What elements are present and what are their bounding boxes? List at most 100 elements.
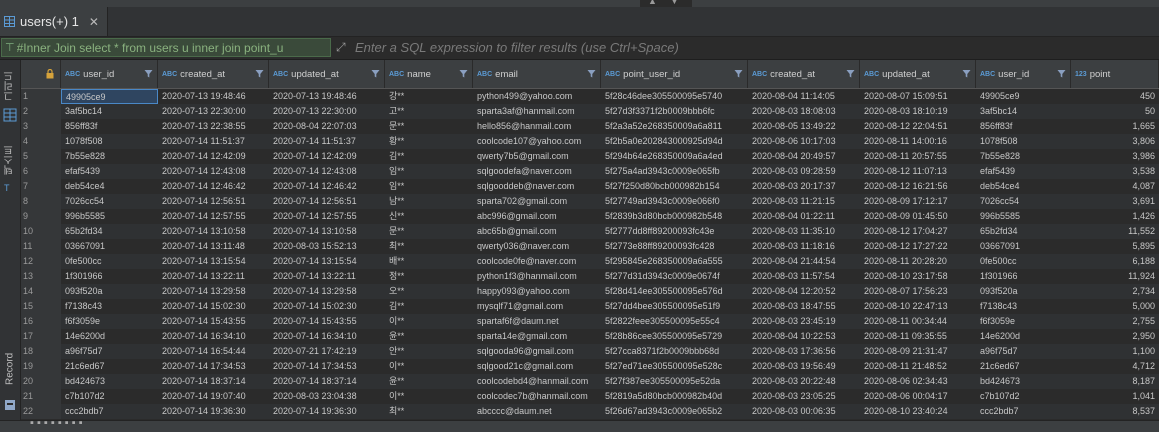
table-cell[interactable]: 5f28c46dee305500095e5740 [601, 89, 748, 104]
table-cell[interactable]: 996b5585 [976, 209, 1071, 224]
column-header-point-user-id[interactable]: ABC point_user_id [601, 60, 748, 88]
text-icon[interactable]: T [3, 180, 17, 194]
table-cell[interactable]: 5,000 [1071, 299, 1159, 314]
table-cell[interactable]: 0fe500cc [61, 254, 158, 269]
table-cell[interactable]: 2020-07-14 12:46:42 [158, 179, 269, 194]
table-cell[interactable]: sqlgood21c@gmail.com [473, 359, 601, 374]
table-cell[interactable]: sqlgooda96@gmail.com [473, 344, 601, 359]
table-cell[interactable]: 2020-08-03 09:28:59 [748, 164, 860, 179]
table-cell[interactable]: 2,950 [1071, 329, 1159, 344]
table-cell[interactable]: 49905ce9 [61, 89, 158, 104]
table-cell[interactable]: 2020-08-10 23:17:58 [860, 269, 976, 284]
table-cell[interactable]: 2020-07-14 18:37:14 [158, 374, 269, 389]
table-cell[interactable]: 2020-08-04 10:22:53 [748, 329, 860, 344]
table-cell[interactable]: 문** [385, 119, 473, 134]
filter-input[interactable]: Enter a SQL expression to filter results… [355, 40, 679, 55]
table-cell[interactable]: 5f295845e268350009a6a555 [601, 254, 748, 269]
table-row[interactable]: 20 bd424673 2020-07-14 18:37:14 2020-07-14 … [21, 374, 1159, 389]
table-cell[interactable]: 5f2839b3d80bcb000982b548 [601, 209, 748, 224]
table-cell[interactable]: 2020-07-14 15:02:30 [269, 299, 385, 314]
table-cell[interactable]: 8,187 [1071, 374, 1159, 389]
table-cell[interactable]: 2020-07-14 16:54:44 [158, 344, 269, 359]
table-cell[interactable]: 임** [385, 179, 473, 194]
table-cell[interactable]: 2020-08-11 09:35:55 [860, 329, 976, 344]
table-cell[interactable]: 2020-08-04 12:20:52 [748, 284, 860, 299]
table-cell[interactable]: 2020-07-14 13:15:54 [269, 254, 385, 269]
table-cell[interactable]: 7026cc54 [61, 194, 158, 209]
table-cell[interactable]: 2020-08-06 02:34:43 [860, 374, 976, 389]
table-cell[interactable]: 2020-08-12 17:27:22 [860, 239, 976, 254]
table-row[interactable]: 7 deb54ce4 2020-07-14 12:46:42 2020-07-14 1… [21, 179, 1159, 194]
table-cell[interactable]: 김** [385, 149, 473, 164]
table-cell[interactable]: abc996@gmail.com [473, 209, 601, 224]
table-cell[interactable]: 5f2a3a52e268350009a6a811 [601, 119, 748, 134]
table-cell[interactable]: 8,537 [1071, 404, 1159, 419]
table-cell[interactable]: 최** [385, 404, 473, 419]
table-row[interactable]: 9 996b5585 2020-07-14 12:57:55 2020-07-14 1… [21, 209, 1159, 224]
table-cell[interactable]: 2020-08-04 20:49:57 [748, 149, 860, 164]
table-cell[interactable]: 2020-07-13 19:48:46 [269, 89, 385, 104]
table-cell[interactable]: 2020-08-09 01:45:50 [860, 209, 976, 224]
table-cell[interactable]: 2020-08-09 21:31:47 [860, 344, 976, 359]
table-cell[interactable]: 2020-07-14 12:46:42 [269, 179, 385, 194]
table-cell[interactable]: 2020-07-14 12:43:08 [158, 164, 269, 179]
table-cell[interactable]: 고** [385, 104, 473, 119]
table-row[interactable]: 3 856ff83f 2020-07-13 22:38:55 2020-08-04 2… [21, 119, 1159, 134]
table-cell[interactable]: 2020-08-03 11:35:10 [748, 224, 860, 239]
table-cell[interactable]: 11,924 [1071, 269, 1159, 284]
table-cell[interactable]: coolcodebd4@hanmail.com [473, 374, 601, 389]
table-cell[interactable]: 2020-07-14 19:36:30 [269, 404, 385, 419]
table-cell[interactable]: 2020-08-12 11:07:13 [860, 164, 976, 179]
table-cell[interactable]: 5f27d3f3371f2b0009bbb6fc [601, 104, 748, 119]
table-cell[interactable]: 03667091 [61, 239, 158, 254]
table-cell[interactable]: 2020-07-14 12:56:51 [269, 194, 385, 209]
table-cell[interactable]: f6f3059e [61, 314, 158, 329]
column-header-name[interactable]: ABC name [385, 60, 473, 88]
table-cell[interactable]: 이** [385, 389, 473, 404]
table-cell[interactable]: 2020-07-14 13:29:58 [269, 284, 385, 299]
table-cell[interactable]: happy093@yahoo.com [473, 284, 601, 299]
table-cell[interactable]: 2020-08-03 18:47:55 [748, 299, 860, 314]
table-cell[interactable]: 2020-07-14 19:36:30 [158, 404, 269, 419]
table-cell[interactable]: 3,538 [1071, 164, 1159, 179]
sort-filter-icon[interactable] [587, 69, 596, 78]
table-cell[interactable]: 2020-07-13 19:48:46 [158, 89, 269, 104]
table-cell[interactable]: 2020-07-13 22:38:55 [158, 119, 269, 134]
table-cell[interactable]: sparta3af@hanmail.com [473, 104, 601, 119]
table-cell[interactable]: 2020-08-10 23:40:24 [860, 404, 976, 419]
table-row[interactable]: 21 c7b107d2 2020-07-14 19:07:40 2020-08-03 … [21, 389, 1159, 404]
table-cell[interactable]: 7026cc54 [976, 194, 1071, 209]
table-cell[interactable]: 856ff83f [976, 119, 1071, 134]
table-cell[interactable]: 정** [385, 269, 473, 284]
table-cell[interactable]: 3,691 [1071, 194, 1159, 209]
table-cell[interactable]: 2,755 [1071, 314, 1159, 329]
table-cell[interactable]: 임** [385, 164, 473, 179]
table-cell[interactable]: 5f27f250d80bcb000982b154 [601, 179, 748, 194]
table-cell[interactable]: 996b5585 [61, 209, 158, 224]
table-cell[interactable]: 2020-07-14 15:02:30 [158, 299, 269, 314]
table-cell[interactable]: 03667091 [976, 239, 1071, 254]
table-cell[interactable]: 배** [385, 254, 473, 269]
table-cell[interactable]: ccc2bdb7 [976, 404, 1071, 419]
table-cell[interactable]: 2020-08-11 20:57:55 [860, 149, 976, 164]
table-cell[interactable]: 6,188 [1071, 254, 1159, 269]
column-header-created-at[interactable]: ABC created_at [158, 60, 269, 88]
table-cell[interactable]: 2020-08-12 17:04:27 [860, 224, 976, 239]
table-cell[interactable]: 093f520a [976, 284, 1071, 299]
table-cell[interactable]: 5f294b64e268350009a6a4ed [601, 149, 748, 164]
table-cell[interactable]: 2020-08-11 20:28:20 [860, 254, 976, 269]
table-cell[interactable]: 2020-07-14 15:43:55 [269, 314, 385, 329]
table-cell[interactable]: 4,712 [1071, 359, 1159, 374]
table-cell[interactable]: sparta14e@gmail.com [473, 329, 601, 344]
table-row[interactable]: 4 1078f508 2020-07-14 11:51:37 2020-07-14 1… [21, 134, 1159, 149]
text-view-tab[interactable]: 텍스트 [1, 142, 19, 178]
table-cell[interactable]: 5f28b86cee305500095e5729 [601, 329, 748, 344]
table-cell[interactable]: 2020-07-14 17:34:53 [269, 359, 385, 374]
table-row[interactable]: 12 0fe500cc 2020-07-14 13:15:54 2020-07-14 … [21, 254, 1159, 269]
table-cell[interactable]: hello856@hanmail.com [473, 119, 601, 134]
table-cell[interactable]: 14e6200d [61, 329, 158, 344]
table-cell[interactable]: 5f2777dd8ff89200093fc43e [601, 224, 748, 239]
column-header-email[interactable]: ABC email [473, 60, 601, 88]
table-cell[interactable]: 2020-07-14 13:15:54 [158, 254, 269, 269]
table-cell[interactable]: 5f26d67ad3943c0009e065b2 [601, 404, 748, 419]
